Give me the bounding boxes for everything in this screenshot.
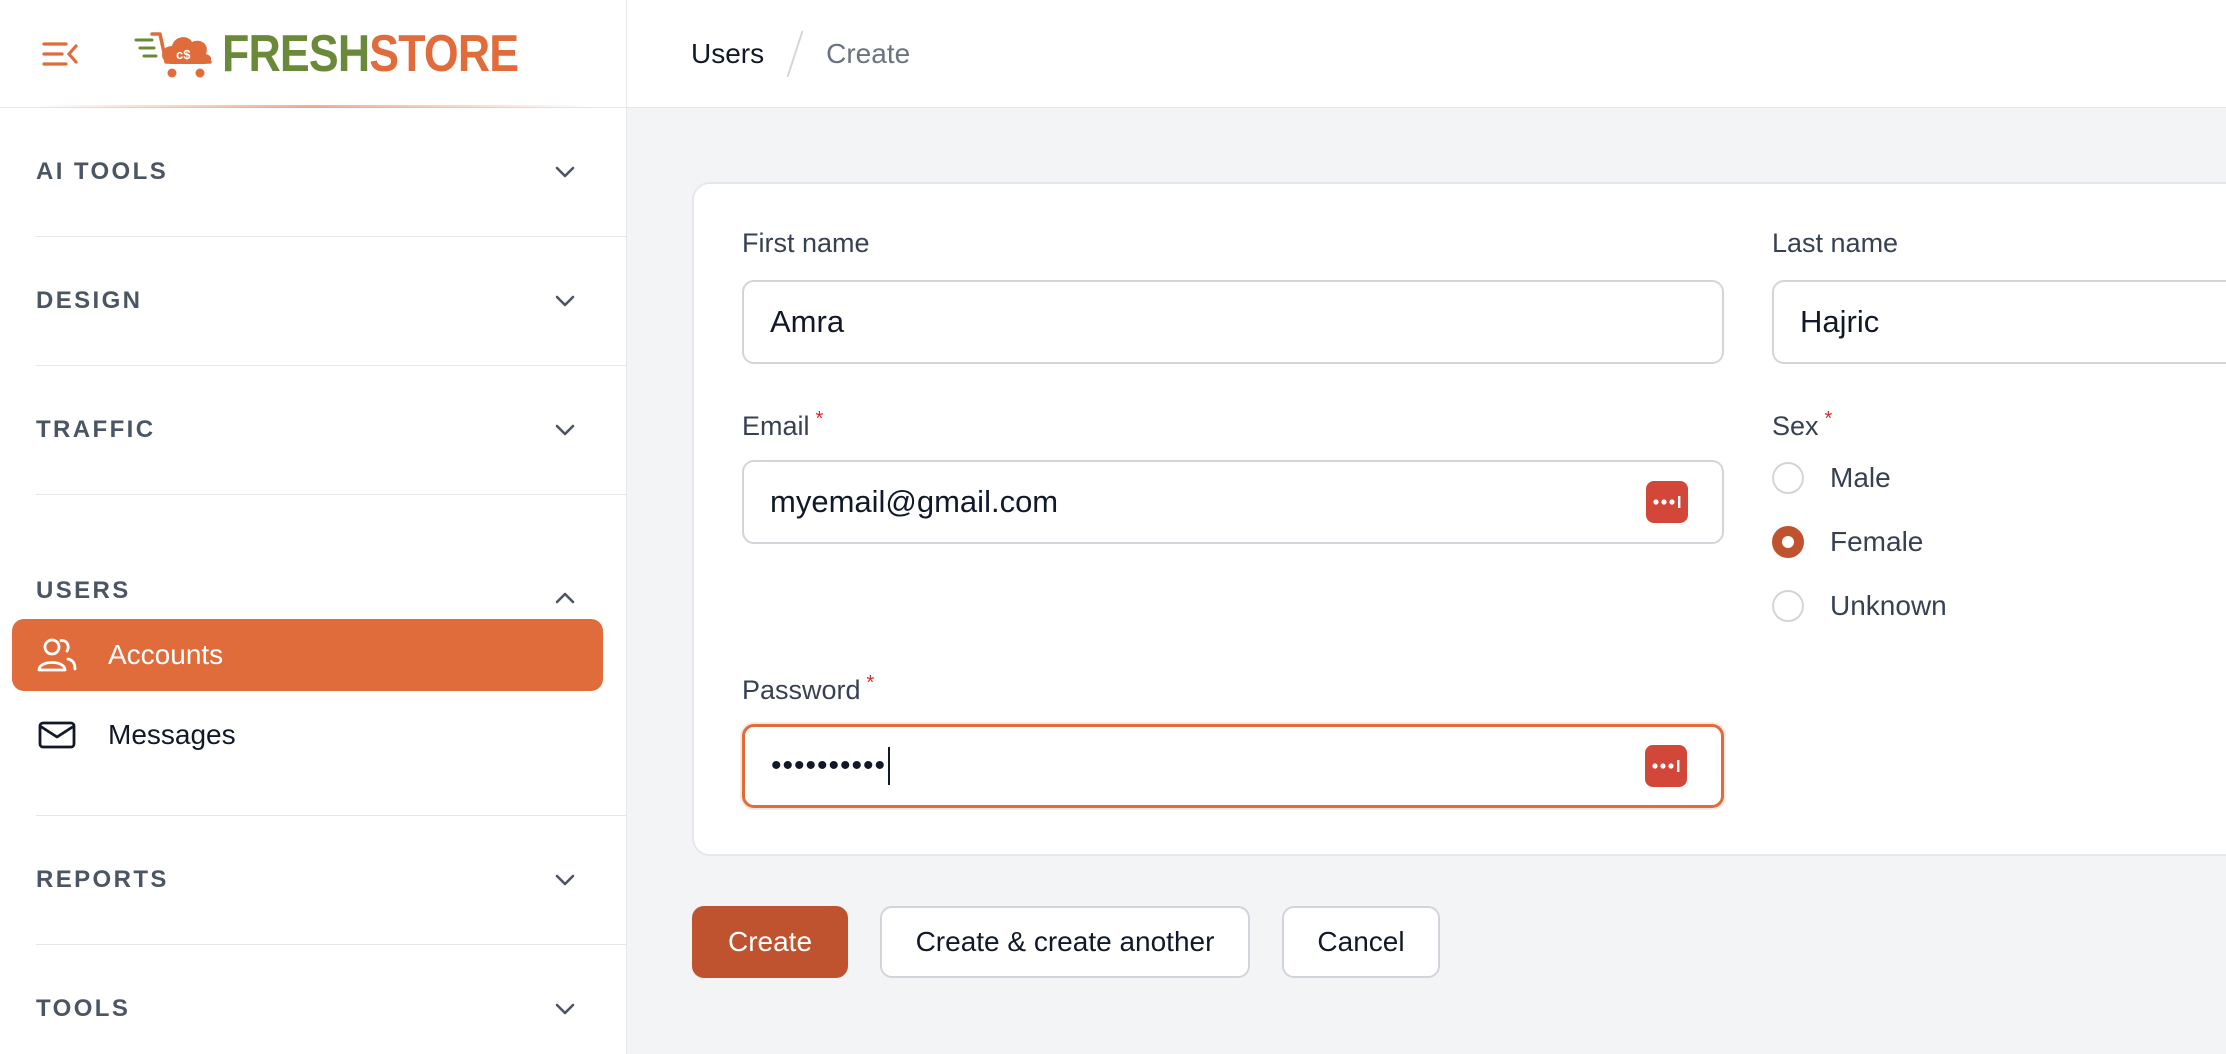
create-and-create-another-button[interactable]: Create & create another: [880, 906, 1250, 978]
nav-group-tools: TOOLS: [36, 945, 626, 1054]
chevron-down-icon: [555, 295, 575, 307]
chevron-up-icon: [555, 592, 575, 604]
last-name-label-text: Last name: [1772, 228, 1899, 258]
email-label: Email *: [742, 408, 823, 442]
sidebar-nav: AI TOOLS DESIGN TRAFFIC USERS Accounts M…: [0, 108, 626, 1054]
email-value: myemail@gmail.com: [770, 484, 1059, 519]
radio-label: Unknown: [1830, 590, 1947, 621]
sex-label-text: Sex: [1772, 411, 1819, 441]
required-asterisk: *: [866, 672, 875, 694]
brand-wordmark: FRESHSTORE: [222, 24, 519, 83]
chevron-down-icon: [555, 166, 575, 178]
create-user-form: First name Amra Last name Hajric Email * …: [692, 182, 2226, 856]
nav-group-items-users: Accounts Messages: [12, 615, 626, 815]
sidebar-item-label: Accounts: [108, 639, 224, 670]
nav-group-traffic: TRAFFIC: [36, 366, 626, 495]
nav-group-toggle-ai-tools[interactable]: AI TOOLS: [36, 108, 626, 236]
nav-group-label: REPORTS: [36, 866, 169, 893]
password-label: Password *: [742, 672, 874, 706]
sex-option-male[interactable]: Male: [1772, 462, 1891, 494]
sidebar-item-label: Messages: [108, 719, 236, 750]
sex-option-female[interactable]: Female: [1772, 526, 1923, 558]
nav-group-ai-tools: AI TOOLS: [36, 108, 626, 237]
collapse-sidebar-button[interactable]: [38, 32, 82, 76]
nav-group-design: DESIGN: [36, 237, 626, 366]
radio-button[interactable]: [1772, 590, 1804, 622]
sidebar-header: c$ FRESHSTORE: [0, 0, 626, 108]
nav-group-label: AI TOOLS: [36, 158, 169, 185]
breadcrumb: Users Create: [627, 0, 2226, 108]
breadcrumb-separator: [786, 30, 804, 77]
radio-label: Male: [1830, 462, 1891, 493]
email-field[interactable]: myemail@gmail.com: [742, 460, 1724, 544]
nav-group-reports: REPORTS: [36, 816, 626, 945]
email-label-text: Email: [742, 411, 810, 441]
first-name-label: First name: [742, 228, 870, 259]
chevron-down-icon: [555, 874, 575, 886]
breadcrumb-users-link[interactable]: Users: [691, 38, 764, 70]
form-actions: Create Create & create another Cancel: [692, 906, 1472, 978]
sidebar: c$ FRESHSTORE AI TOOLS DESIGN TRAFFIC US…: [0, 0, 627, 1054]
sex-option-unknown[interactable]: Unknown: [1772, 590, 1947, 622]
sidebar-item-messages[interactable]: Messages: [12, 699, 603, 771]
last-name-field[interactable]: Hajric: [1772, 280, 2226, 364]
shopping-cart-logo-icon: c$: [134, 31, 212, 77]
password-masked-value: ••••••••••: [771, 749, 887, 782]
nav-group-label: TRAFFIC: [36, 416, 156, 443]
password-manager-icon[interactable]: [1646, 481, 1688, 523]
chevron-down-icon: [555, 1003, 575, 1015]
radio-button[interactable]: [1772, 462, 1804, 494]
brand-name-store: STORE: [369, 24, 519, 83]
svg-text:c$: c$: [176, 47, 191, 62]
password-field[interactable]: ••••••••••: [742, 724, 1724, 808]
create-button[interactable]: Create: [692, 906, 848, 978]
nav-group-users: USERS Accounts Messages: [12, 495, 626, 816]
last-name-value: Hajric: [1800, 304, 1880, 339]
brand-name-fresh: FRESH: [222, 24, 370, 83]
envelope-icon: [36, 714, 78, 756]
sex-label: Sex *: [1772, 408, 1832, 442]
nav-group-toggle-traffic[interactable]: TRAFFIC: [36, 366, 626, 494]
users-icon: [36, 634, 78, 676]
chevron-down-icon: [555, 424, 575, 436]
nav-group-toggle-tools[interactable]: TOOLS: [36, 945, 626, 1054]
sidebar-item-accounts[interactable]: Accounts: [12, 619, 603, 691]
password-manager-icon[interactable]: [1645, 745, 1687, 787]
breadcrumb-current: Create: [826, 37, 911, 69]
password-label-text: Password: [742, 675, 861, 705]
nav-group-toggle-reports[interactable]: REPORTS: [36, 816, 626, 944]
nav-group-label: DESIGN: [36, 287, 143, 314]
last-name-label: Last name: [1772, 228, 1898, 259]
radio-label: Female: [1830, 526, 1924, 557]
radio-button-checked[interactable]: [1772, 526, 1804, 558]
first-name-value: Amra: [770, 304, 845, 339]
brand-logo[interactable]: c$ FRESHSTORE: [134, 26, 566, 82]
first-name-label-text: First name: [742, 228, 870, 258]
cancel-button[interactable]: Cancel: [1282, 906, 1440, 978]
main-content: First name Amra Last name Hajric Email * …: [627, 108, 2226, 1054]
required-asterisk: *: [815, 408, 824, 430]
nav-group-label: TOOLS: [36, 995, 131, 1022]
nav-group-toggle-users[interactable]: USERS: [36, 495, 626, 615]
app: c$ FRESHSTORE AI TOOLS DESIGN TRAFFIC US…: [0, 0, 2226, 1054]
first-name-field[interactable]: Amra: [742, 280, 1724, 364]
required-asterisk: *: [1824, 408, 1833, 430]
text-caret: [888, 747, 891, 785]
nav-group-toggle-design[interactable]: DESIGN: [36, 237, 626, 365]
menu-collapse-icon: [42, 41, 78, 66]
nav-group-label: USERS: [36, 577, 131, 604]
